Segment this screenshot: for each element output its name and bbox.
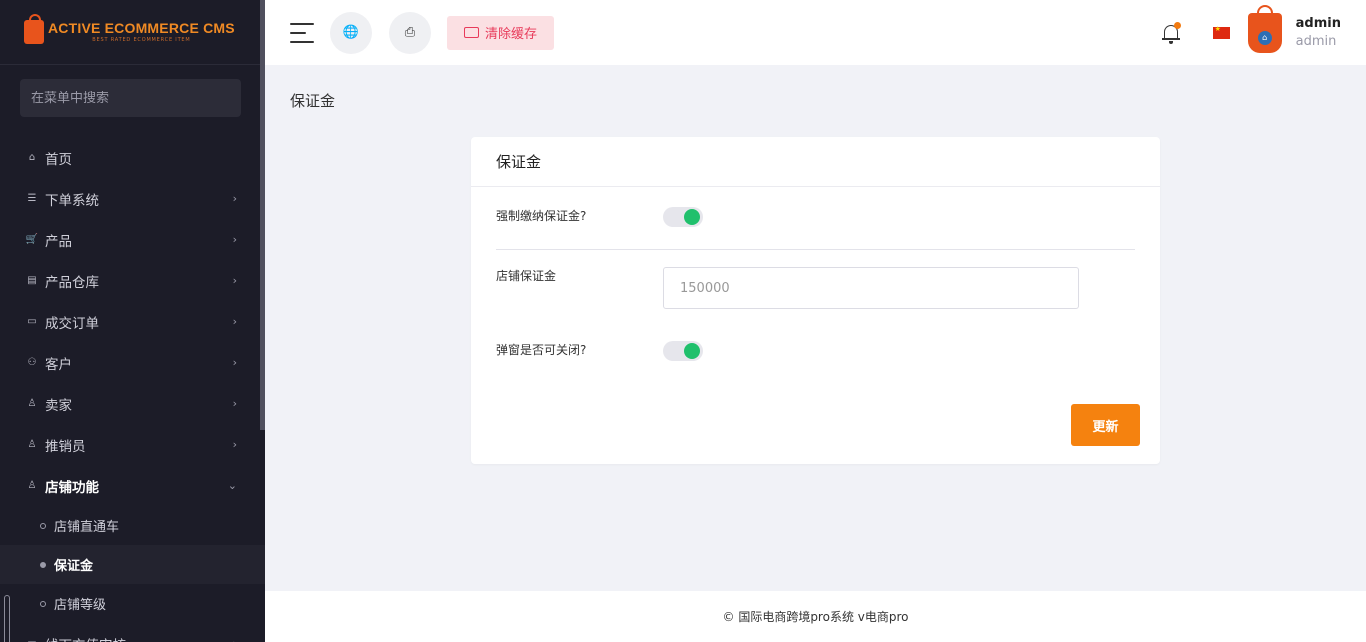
chevron-right-icon: › bbox=[233, 637, 237, 642]
print-icon: ⎙ bbox=[404, 25, 416, 40]
brand-tagline: BEST RATED ECOMMERCE ITEM bbox=[92, 37, 191, 43]
list-icon: ☰ bbox=[27, 193, 37, 204]
chevron-right-icon: › bbox=[232, 397, 237, 410]
money-icon: ▭ bbox=[27, 316, 37, 327]
bell-icon[interactable] bbox=[1161, 21, 1181, 44]
brand-title: ACTIVE ECOMMERCE CMS bbox=[48, 20, 235, 36]
chevron-right-icon: › bbox=[232, 438, 237, 451]
shop-deposit-label: 店铺保证金 bbox=[496, 269, 557, 283]
force-deposit-label: 强制缴纳保证金? bbox=[496, 209, 587, 223]
page-title: 保证金 bbox=[290, 92, 336, 110]
menu-search bbox=[20, 79, 241, 117]
footer-text: © 国际电商跨境pro系统 v电商pro bbox=[722, 610, 909, 624]
force-deposit-toggle[interactable] bbox=[663, 207, 703, 227]
bullet-icon bbox=[40, 522, 46, 529]
chevron-right-icon: › bbox=[232, 192, 237, 205]
chevron-down-icon: ⌄ bbox=[227, 479, 237, 492]
user-name: admin bbox=[1295, 15, 1341, 31]
footer: © 国际电商跨境pro系统 v电商pro bbox=[265, 591, 1366, 642]
divider bbox=[496, 249, 1135, 250]
force-deposit-row: 强制缴纳保证金? bbox=[496, 207, 1135, 227]
users-icon: ⚇ bbox=[27, 357, 37, 368]
money-icon: ▭ bbox=[26, 638, 38, 642]
scroll-indicator bbox=[4, 595, 10, 642]
sidebar-item-products[interactable]: 🛒 产品 › bbox=[0, 219, 265, 260]
shop-deposit-row: 店铺保证金 bbox=[496, 267, 1135, 309]
notification-dot bbox=[1173, 21, 1181, 29]
sidebar-item-order-system[interactable]: ☰ 下单系统 › bbox=[0, 178, 265, 219]
chevron-right-icon: › bbox=[232, 274, 237, 287]
user-role: admin bbox=[1295, 33, 1337, 49]
sidebar-item-offline-recharge[interactable]: ▭ 线下充值审核 › bbox=[0, 623, 265, 642]
sidebar: ACTIVE ECOMMERCE CMS BEST RATED ECOMMERC… bbox=[0, 0, 265, 642]
top-header: 🌐 ⎙ 清除缓存 ⌂ admin admin bbox=[265, 0, 1366, 65]
sidebar-item-orders[interactable]: ▭ 成交订单 › bbox=[0, 301, 265, 342]
menu-search-input[interactable] bbox=[31, 90, 241, 106]
chevron-right-icon: › bbox=[232, 356, 237, 369]
popup-closable-row: 弹窗是否可关闭? bbox=[496, 341, 1135, 361]
sidebar-menu: ⌂ 首页 ☰ 下单系统 › 🛒 产品 › ▤ 产品仓库 › ▭ 成交订单 › ⚇… bbox=[0, 137, 265, 642]
sidebar-item-customers[interactable]: ⚇ 客户 › bbox=[0, 342, 265, 383]
sidebar-subitem-shop-level[interactable]: 店铺等级 bbox=[0, 584, 265, 623]
logo-bag-icon bbox=[24, 14, 44, 44]
user-info[interactable]: admin admin bbox=[1296, 15, 1341, 51]
popup-closable-toggle[interactable] bbox=[663, 341, 703, 361]
menu-icon[interactable] bbox=[290, 22, 314, 43]
sidebar-item-shop-functions[interactable]: ♙ 店铺功能 ⌄ bbox=[0, 465, 265, 506]
sidebar-item-warehouse[interactable]: ▤ 产品仓库 › bbox=[0, 260, 265, 301]
sidebar-subitem-shop-express[interactable]: 店铺直通车 bbox=[0, 506, 265, 545]
bullet-icon bbox=[40, 561, 46, 568]
shop-deposit-input[interactable] bbox=[663, 267, 1079, 309]
flag-cn-icon[interactable] bbox=[1212, 25, 1230, 39]
warehouse-icon: ▤ bbox=[27, 275, 37, 286]
sidebar-item-salesmen[interactable]: ♙ 推销员 › bbox=[0, 424, 265, 465]
deposit-card: 保证金 强制缴纳保证金? 店铺保证金 弹窗是否可关闭? 更新 bbox=[471, 137, 1160, 464]
cart-icon: 🛒 bbox=[25, 234, 39, 245]
home-icon: ⌂ bbox=[28, 152, 36, 163]
chevron-right-icon: › bbox=[232, 233, 237, 246]
bullet-icon bbox=[40, 600, 46, 607]
chevron-right-icon: › bbox=[232, 315, 237, 328]
sidebar-item-sellers[interactable]: ♙ 卖家 › bbox=[0, 383, 265, 424]
sidebar-subitem-deposit[interactable]: 保证金 bbox=[0, 545, 265, 584]
home-icon: ⌂ bbox=[1257, 30, 1272, 45]
card-title: 保证金 bbox=[471, 137, 1160, 187]
print-button[interactable]: ⎙ bbox=[389, 11, 431, 54]
popup-closable-label: 弹窗是否可关闭? bbox=[496, 343, 587, 357]
avatar[interactable]: ⌂ bbox=[1247, 4, 1282, 53]
globe-icon: 🌐 bbox=[342, 25, 360, 40]
globe-button[interactable]: 🌐 bbox=[330, 11, 372, 54]
sidebar-item-home[interactable]: ⌂ 首页 bbox=[0, 137, 265, 178]
storage-icon bbox=[464, 27, 479, 38]
user-icon: ♙ bbox=[27, 480, 37, 491]
user-icon: ♙ bbox=[27, 398, 37, 409]
clear-cache-button[interactable]: 清除缓存 bbox=[447, 15, 555, 50]
brand[interactable]: ACTIVE ECOMMERCE CMS BEST RATED ECOMMERC… bbox=[0, 0, 265, 65]
update-button[interactable]: 更新 bbox=[1071, 404, 1140, 446]
user-icon: ♙ bbox=[27, 439, 37, 450]
